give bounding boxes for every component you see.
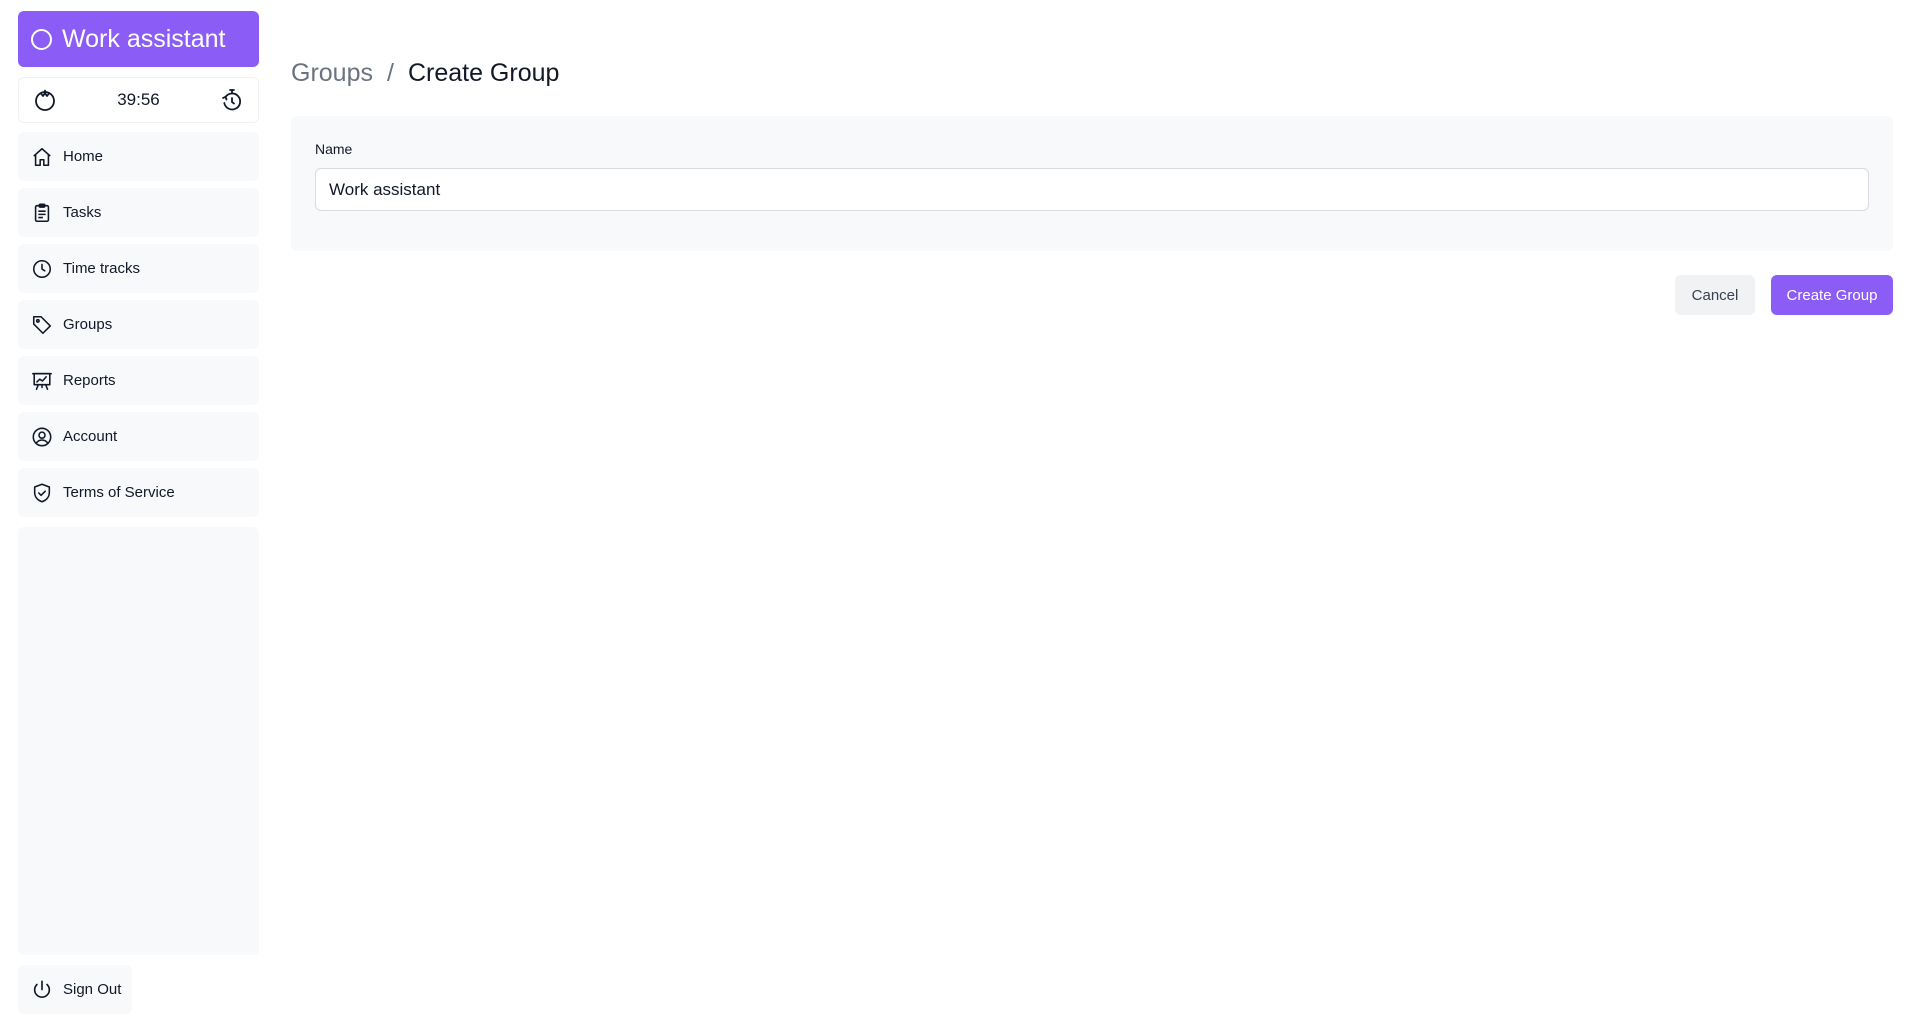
sidebar-item-label: Tasks [63,204,102,221]
create-group-button[interactable]: Create Group [1771,275,1893,315]
sidebar-item-label: Terms of Service [63,484,175,501]
sidebar-item-tasks[interactable]: Tasks [18,188,259,237]
chart-board-icon [32,372,52,390]
sidebar-item-reports[interactable]: Reports [18,356,259,405]
breadcrumb-groups-link[interactable]: Groups [291,59,373,87]
sidebar-item-terms-of-service[interactable]: Terms of Service [18,468,259,517]
home-icon [33,147,51,166]
clock-icon [32,259,52,278]
sidebar-item-home[interactable]: Home [18,132,259,181]
page-title: Create Group [407,59,560,87]
sign-out-button[interactable]: Sign Out [18,965,132,1014]
name-field-label: Name [315,141,353,157]
sidebar-item-label: Home [63,148,104,165]
sidebar-item-label: Groups [63,316,113,333]
sidebar-item-label: Reports [63,372,116,389]
power-icon [33,979,51,998]
sign-out-label: Sign Out [63,981,122,998]
sidebar-item-label: Account [63,428,118,445]
user-circle-icon [32,427,52,446]
timer-bar: 39:56 [18,77,259,123]
breadcrumb-separator: / [386,59,394,87]
sidebar-item-time-tracks[interactable]: Time tracks [18,244,259,293]
clipboard-icon [34,203,50,222]
sidebar-item-account[interactable]: Account [18,412,259,461]
app-title: Work assistant [62,24,226,53]
timer-reset-icon[interactable] [219,87,245,113]
name-input[interactable] [315,168,1869,211]
breadcrumb: Groups / Create Group [291,59,559,88]
shield-check-icon [33,483,51,502]
sidebar-item-label: Time tracks [63,260,140,277]
sidebar-empty-panel [18,527,259,955]
timer-value: 39:56 [117,90,160,109]
circle-logo-icon [31,28,52,50]
cancel-button[interactable]: Cancel [1675,275,1755,315]
tomato-timer-icon[interactable] [32,87,58,113]
app-brand[interactable]: Work assistant [18,11,259,67]
sidebar-item-groups[interactable]: Groups [18,300,259,349]
group-form-card: Name [291,116,1893,251]
sidebar: Work assistant 39:56 Home Tasks Time tra… [18,11,259,1017]
tag-icon [32,315,52,334]
